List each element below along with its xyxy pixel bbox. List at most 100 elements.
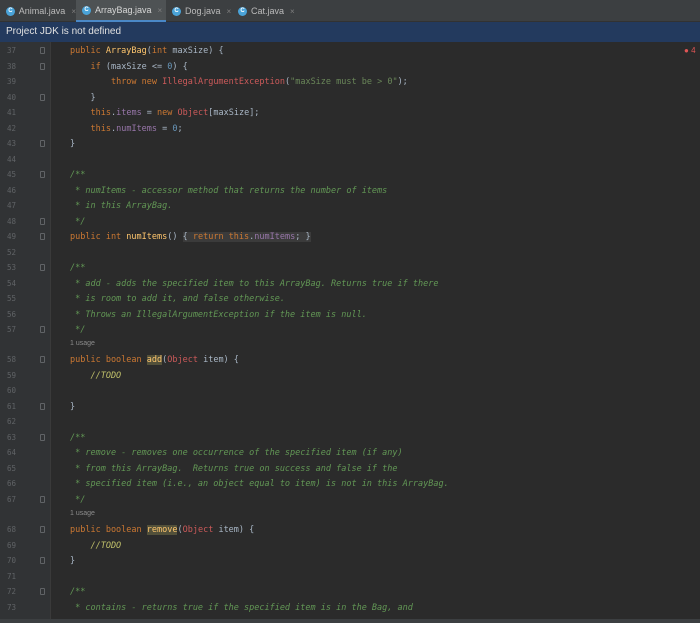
line-text: * in this ArrayBag. [70,201,173,211]
fold-icon[interactable] [40,326,45,333]
line-text: */ [70,216,86,227]
fold-icon[interactable] [40,526,45,533]
fold-icon[interactable] [40,264,45,271]
close-icon[interactable]: × [227,7,232,16]
horizontal-scrollbar[interactable] [0,619,700,623]
line-text: this.items = new Object[maxSize]; [90,108,260,118]
line-text: public boolean remove(Object item) { [70,525,255,535]
code-line: 68 public boolean remove(Object item) { [0,524,700,536]
tab-animal-java[interactable]: C Animal.java × [0,0,76,22]
fold-icon[interactable] [40,93,45,101]
class-icon: C [82,5,91,15]
line-text: } [70,556,76,566]
fold-icon[interactable] [40,233,45,240]
tab-label: Cat.java [251,6,285,16]
line-number: 38 [7,61,17,71]
code-line: 48 */ [0,216,700,228]
line-number: 59 [7,370,17,380]
fold-icon[interactable] [40,557,45,564]
code-line: 67 */ [0,494,700,506]
code-line: 70} [0,555,700,567]
line-number: 72 [7,587,17,596]
code-line: 56 * Throws an IllegalArgumentException … [0,309,700,321]
code-line: 53 /** [0,262,700,274]
line-text: * remove - removes one occurrence of the… [70,448,403,458]
code-line: 55 * is room to add it, and false otherw… [0,293,700,305]
tab-cat-java[interactable]: C Cat.java × [232,0,298,22]
line-text: if (maxSize <= 0) { [90,61,188,72]
fold-icon[interactable] [40,171,45,178]
tab-dog-java[interactable]: C Dog.java × [166,0,232,22]
class-icon: C [238,6,247,16]
code-line: 46 * numItems - accessor method that ret… [0,185,700,197]
code-line: 65 * from this ArrayBag. Returns true on… [0,463,700,475]
banner-text: Project JDK is not defined [6,26,122,37]
code-line: 39 throw new IllegalArgumentException("m… [0,76,700,88]
code-line: 62 [0,416,700,428]
code-line: 38 if (maxSize <= 0) { [0,61,700,73]
fold-icon[interactable] [40,47,45,54]
code-line: 71 [0,571,700,583]
code-line: 47 * in this ArrayBag. [0,200,700,212]
line-number: 42 [7,123,17,133]
code-editor[interactable]: ● 4 37 public ArrayBag(int maxSize) { 38 … [0,42,700,623]
usage-hint[interactable]: 1 usage [70,340,95,347]
code-line: 58 public boolean add(Object item) { [0,354,700,366]
line-number: 64 [7,448,17,457]
line-number: 55 [7,294,17,303]
close-icon[interactable]: × [290,7,295,16]
line-number: 45 [7,170,17,179]
fold-icon[interactable] [40,62,45,70]
code-line: 69 //TODO [0,540,700,552]
line-text: } [70,401,76,412]
tab-arraybag-java[interactable]: C ArrayBag.java × [76,0,166,22]
class-icon: C [6,6,15,16]
code-line: 41 this.items = new Object[maxSize]; [0,107,700,119]
jdk-warning-banner: Project JDK is not defined [0,22,700,42]
line-text: * contains - returns true if the specifi… [70,602,413,613]
line-number: 65 [7,463,17,473]
line-number: 53 [7,263,17,272]
fold-icon[interactable] [40,495,45,503]
line-number: 62 [7,417,17,426]
close-icon[interactable]: × [158,6,163,15]
code-line: 64 * remove - removes one occurrence of … [0,447,700,459]
editor-tab-bar: C Animal.java × C ArrayBag.java × C Dog.… [0,0,700,22]
code-line: 49 public int numItems() { return this.nu… [0,231,700,243]
line-number: 60 [7,386,17,395]
line-text: //TODO [70,370,122,381]
line-number: 71 [7,571,17,581]
code-line: 42 this.numItems = 0; [0,123,700,135]
line-number: 44 [7,154,17,164]
fold-icon[interactable] [40,588,45,595]
fold-icon[interactable] [40,217,45,225]
fold-icon[interactable] [40,356,45,363]
line-number: 57 [7,325,17,334]
line-number: 40 [7,92,17,102]
fold-icon[interactable] [40,140,45,147]
line-number: 56 [7,309,17,319]
line-number: 39 [7,77,17,86]
line-number: 41 [7,108,17,117]
line-number: 68 [7,525,17,534]
code-line: 66 * specified item (i.e., an object equ… [0,478,700,490]
fold-icon[interactable] [40,402,45,410]
line-text: */ [70,325,86,335]
line-number: 54 [7,278,17,288]
line-text: } [70,92,96,103]
line-number: 48 [7,216,17,226]
line-text: public ArrayBag(int maxSize) { [70,46,224,56]
code-line: 43} [0,138,700,150]
line-number: 52 [7,247,17,257]
tab-label: Animal.java [18,6,66,16]
code-line: 45 /** [0,169,700,181]
line-text: * specified item (i.e., an object equal … [70,479,449,489]
line-number: 67 [7,494,17,504]
line-text: * from this ArrayBag. Returns true on su… [70,463,398,474]
line-number: 37 [7,46,17,55]
fold-icon[interactable] [40,433,45,441]
code-line: 44 [0,154,700,166]
code-line: 63 /** [0,432,700,444]
usage-hint[interactable]: 1 usage [70,510,95,517]
line-number: 73 [7,602,17,612]
